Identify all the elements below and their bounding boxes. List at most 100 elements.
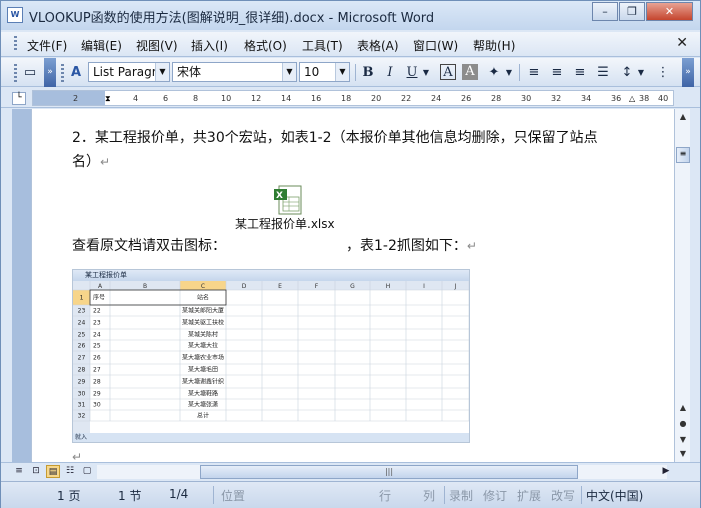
document-close-icon[interactable]: ✕ bbox=[676, 35, 688, 51]
status-record[interactable]: 录制 bbox=[449, 487, 473, 504]
row-number: 25 bbox=[78, 332, 86, 339]
word-app-icon[interactable]: W bbox=[7, 7, 23, 23]
doc-paragraph-line3a[interactable]: 查看原文档请双击图标： bbox=[72, 235, 226, 255]
menu-edit[interactable]: 编辑(E) bbox=[81, 37, 122, 54]
ruler-tick: 24 bbox=[431, 94, 442, 103]
line-spacing-icon[interactable]: ↕ bbox=[618, 64, 636, 82]
status-position[interactable]: 位置 bbox=[221, 487, 245, 504]
excel-shot-status: 就入 bbox=[73, 433, 469, 442]
toolbar-separator bbox=[355, 64, 356, 81]
ruler-margin bbox=[33, 91, 105, 105]
align-right-icon[interactable]: ≡ bbox=[571, 64, 589, 82]
chevron-down-icon[interactable]: ▼ bbox=[282, 63, 296, 81]
next-page-icon[interactable]: ▼ bbox=[677, 434, 689, 446]
cell-station-name: 某城关郎阳大厦 bbox=[182, 307, 224, 315]
ruler-tick: 28 bbox=[491, 94, 502, 103]
bold-button[interactable]: B bbox=[359, 64, 377, 82]
excel-screenshot[interactable]: 某工程报价单 ABCDEFGHIJ 1 序号 站名 23 22 某城关郎阳大厦 24 23 某城… bbox=[72, 269, 470, 443]
vertical-scrollbar[interactable]: ▲ ≡ ▲ ● ▼ ▼ bbox=[674, 109, 690, 462]
justify-icon[interactable]: ☰ bbox=[594, 64, 612, 82]
italic-button[interactable]: I bbox=[381, 64, 399, 82]
cell-seq: 25 bbox=[93, 343, 101, 350]
line-spacing-chevron-icon[interactable]: ▼ bbox=[636, 64, 646, 82]
toolbar-overflow-icon[interactable]: » bbox=[682, 58, 694, 87]
underline-button[interactable]: U bbox=[403, 64, 421, 82]
status-line[interactable]: 行 bbox=[379, 487, 391, 504]
style-combo[interactable]: List Paragr ▼ bbox=[88, 62, 170, 82]
web-view-icon[interactable]: ⊡ bbox=[29, 465, 43, 478]
ruler-tick: 22 bbox=[401, 94, 412, 103]
doc-empty-paragraph[interactable]: ↵ bbox=[72, 449, 82, 462]
doc-paragraph-line3b[interactable]: ，表1-2抓图如下：↵ bbox=[346, 235, 477, 255]
char-shading-button[interactable]: A bbox=[462, 64, 478, 80]
menu-grip[interactable] bbox=[14, 36, 17, 52]
status-language[interactable]: 中文(中国) bbox=[586, 487, 643, 504]
status-pages[interactable]: 1/4 bbox=[169, 487, 188, 501]
document-page[interactable]: 2．某工程报价单，共30个宏站，如表1-2（本报价单其他信息均删除，只保留了站点… bbox=[32, 109, 674, 462]
toolbar-options-icon[interactable]: » bbox=[44, 58, 56, 87]
chevron-down-icon[interactable]: ▼ bbox=[335, 63, 349, 81]
restore-button[interactable]: ❐ bbox=[619, 2, 645, 21]
underline-chevron-icon[interactable]: ▼ bbox=[421, 64, 431, 82]
excel-file-icon[interactable]: X bbox=[273, 185, 305, 215]
horizontal-ruler[interactable]: 2 ⧗ 4 6 8 10 12 14 16 18 20 22 24 26 28 … bbox=[32, 90, 674, 106]
numbering-icon[interactable]: ⋮ bbox=[654, 64, 672, 82]
doc-line1-text: 2．某工程报价单，共30个宏站，如表1-2（本报价单其他信息均删除，只保留了站点 bbox=[72, 130, 598, 146]
font-combo[interactable]: 宋体 ▼ bbox=[172, 62, 297, 82]
right-indent-icon[interactable]: △ bbox=[629, 94, 635, 103]
menu-format[interactable]: 格式(O) bbox=[244, 37, 287, 54]
horizontal-scrollbar[interactable]: ||| bbox=[97, 465, 667, 479]
menu-tools[interactable]: 工具(T) bbox=[302, 37, 343, 54]
styles-pane-icon[interactable]: A bbox=[67, 64, 85, 82]
outline-view-icon[interactable]: ☷ bbox=[63, 465, 77, 478]
menu-view[interactable]: 视图(V) bbox=[136, 37, 178, 54]
browse-object-icon[interactable]: ● bbox=[677, 418, 689, 430]
cell-station-name: 某大塘张潇 bbox=[188, 401, 218, 409]
normal-view-icon[interactable]: ≡ bbox=[12, 465, 26, 478]
scroll-thumb[interactable]: ≡ bbox=[676, 147, 690, 163]
cell-seq: 29 bbox=[93, 391, 101, 398]
status-section[interactable]: 1 节 bbox=[118, 487, 141, 504]
tab-selector-icon[interactable]: └ bbox=[12, 92, 26, 105]
chevron-down-icon[interactable]: ▼ bbox=[155, 63, 169, 81]
status-overtype[interactable]: 改写 bbox=[551, 487, 575, 504]
align-center-icon[interactable]: ≡ bbox=[548, 64, 566, 82]
vertical-ruler[interactable] bbox=[12, 109, 32, 462]
phonetic-guide-icon[interactable]: ✦ bbox=[485, 64, 503, 82]
ruler-tick: 10 bbox=[221, 94, 232, 103]
doc-paragraph-line2[interactable]: 名）↵ bbox=[72, 151, 110, 171]
align-left-icon[interactable]: ≡ bbox=[525, 64, 543, 82]
previous-page-icon[interactable]: ▲ bbox=[677, 402, 689, 414]
close-button[interactable]: ✕ bbox=[646, 2, 693, 21]
ruler-tick: 32 bbox=[551, 94, 562, 103]
cell-station-name: 某城关陈村 bbox=[188, 331, 218, 339]
font-size-combo[interactable]: 10 ▼ bbox=[299, 62, 350, 82]
print-layout-icon[interactable]: ▤ bbox=[46, 465, 60, 478]
menu-file[interactable]: 文件(F) bbox=[27, 37, 67, 54]
indent-marker-icon[interactable]: ⧗ bbox=[105, 94, 111, 104]
char-border-button[interactable]: A bbox=[440, 64, 456, 80]
menu-insert[interactable]: 插入(I) bbox=[191, 37, 228, 54]
menu-help[interactable]: 帮助(H) bbox=[473, 37, 515, 54]
status-extend[interactable]: 扩展 bbox=[517, 487, 541, 504]
paragraph-mark: ↵ bbox=[72, 450, 83, 462]
new-document-icon[interactable]: ▭ bbox=[21, 64, 39, 82]
menu-table[interactable]: 表格(A) bbox=[357, 37, 399, 54]
status-track-changes[interactable]: 修订 bbox=[483, 487, 507, 504]
status-bar: 1 页 1 节 1/4 位置 行 列 录制 修订 扩展 改写 中文(中国) bbox=[1, 481, 700, 508]
toolbar2-grip[interactable] bbox=[61, 64, 64, 82]
phonetic-chevron-icon[interactable]: ▼ bbox=[504, 64, 514, 82]
toolbar-grip[interactable] bbox=[14, 64, 17, 82]
status-page[interactable]: 1 页 bbox=[57, 487, 80, 504]
cell-seq: 22 bbox=[93, 308, 101, 315]
minimize-button[interactable]: – bbox=[592, 2, 618, 21]
status-column[interactable]: 列 bbox=[423, 487, 435, 504]
scroll-right-icon[interactable]: ▶ bbox=[659, 465, 673, 478]
menu-window[interactable]: 窗口(W) bbox=[413, 37, 458, 54]
reading-view-icon[interactable]: ▢ bbox=[80, 465, 94, 478]
horizontal-scroll-thumb[interactable]: ||| bbox=[200, 465, 578, 479]
doc-paragraph-line1[interactable]: 2．某工程报价单，共30个宏站，如表1-2（本报价单其他信息均删除，只保留了站点 bbox=[72, 127, 598, 147]
scroll-down-icon[interactable]: ▼ bbox=[677, 448, 689, 460]
embedded-file-name[interactable]: 某工程报价单.xlsx bbox=[235, 215, 335, 232]
scroll-up-icon[interactable]: ▲ bbox=[677, 111, 689, 123]
